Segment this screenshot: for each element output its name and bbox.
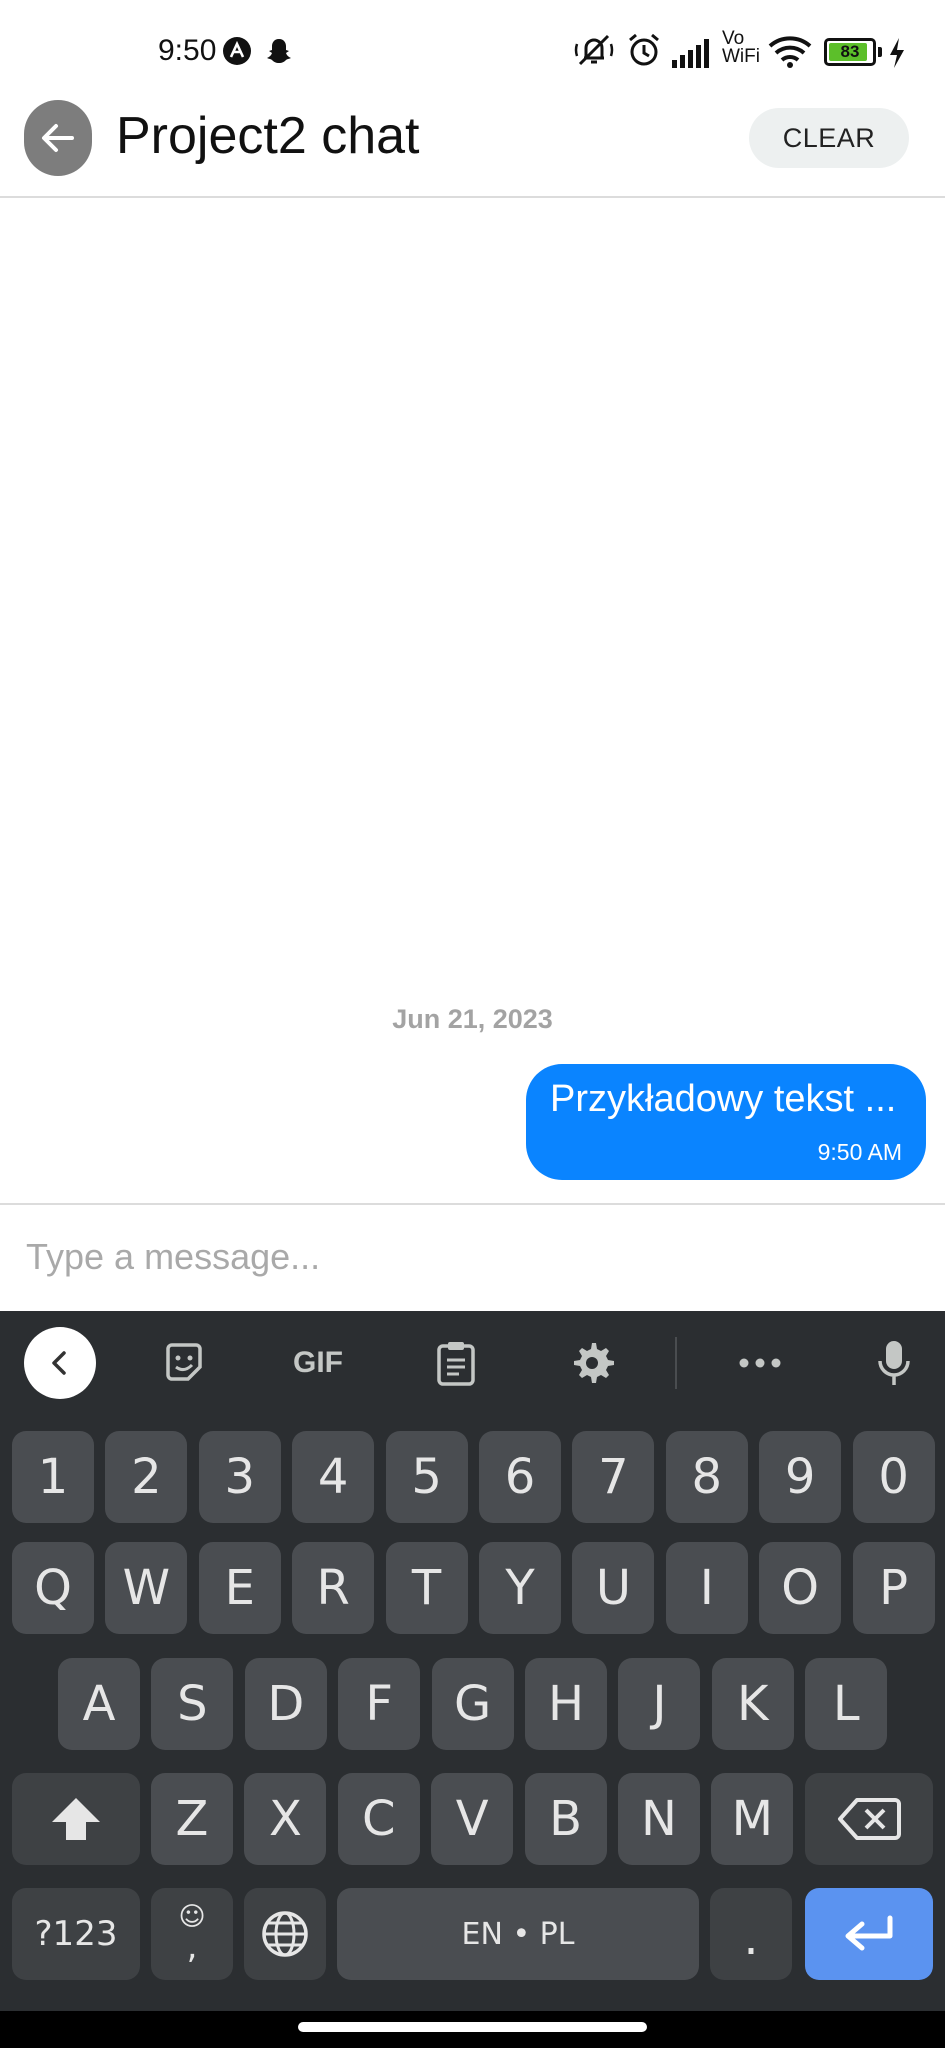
key-v[interactable]: V bbox=[431, 1773, 514, 1865]
key-e[interactable]: E bbox=[198, 1542, 281, 1634]
shift-key[interactable] bbox=[12, 1773, 140, 1865]
key-d[interactable]: D bbox=[244, 1658, 327, 1750]
key-i[interactable]: I bbox=[665, 1542, 748, 1634]
shift-icon bbox=[52, 1798, 100, 1840]
vowifi-icon: Vo WiFi bbox=[722, 28, 760, 67]
gif-icon[interactable]: GIF bbox=[288, 1337, 348, 1389]
sticker-icon[interactable] bbox=[158, 1337, 210, 1389]
battery-level: 83 bbox=[840, 42, 860, 61]
key-c[interactable]: C bbox=[337, 1773, 420, 1865]
key-5[interactable]: 5 bbox=[385, 1431, 468, 1523]
signal-icon bbox=[672, 38, 716, 73]
enter-key[interactable] bbox=[805, 1888, 933, 1980]
status-time: 9:50 bbox=[158, 34, 217, 67]
key-2[interactable]: 2 bbox=[105, 1431, 188, 1523]
collapse-toolbar-button[interactable] bbox=[24, 1327, 96, 1399]
key-7[interactable]: 7 bbox=[572, 1431, 655, 1523]
period-key[interactable]: . bbox=[710, 1888, 792, 1980]
snapchat-icon bbox=[264, 36, 294, 71]
settings-icon[interactable] bbox=[566, 1337, 618, 1389]
key-s[interactable]: S bbox=[151, 1658, 234, 1750]
key-b[interactable]: B bbox=[524, 1773, 607, 1865]
key-t[interactable]: T bbox=[385, 1542, 468, 1634]
charging-icon bbox=[888, 38, 906, 73]
enter-icon bbox=[845, 1915, 893, 1951]
key-4[interactable]: 4 bbox=[292, 1431, 375, 1523]
key-o[interactable]: O bbox=[759, 1542, 842, 1634]
message-time: 9:50 AM bbox=[817, 1139, 902, 1165]
clear-button[interactable]: CLEAR bbox=[749, 108, 909, 168]
key-1[interactable]: 1 bbox=[12, 1431, 94, 1523]
message-bubble[interactable]: Przykładowy tekst ... 9:50 AM bbox=[526, 1064, 926, 1180]
key-3[interactable]: 3 bbox=[198, 1431, 281, 1523]
key-y[interactable]: Y bbox=[479, 1542, 561, 1634]
key-p[interactable]: P bbox=[852, 1542, 935, 1634]
more-icon[interactable] bbox=[734, 1337, 786, 1389]
language-key[interactable] bbox=[244, 1888, 326, 1980]
key-n[interactable]: N bbox=[618, 1773, 700, 1865]
chat-title: Project2 chat bbox=[116, 107, 420, 165]
backspace-icon bbox=[838, 1798, 901, 1840]
backspace-key[interactable] bbox=[805, 1773, 933, 1865]
key-w[interactable]: W bbox=[105, 1542, 188, 1634]
keyboard: GIF 1234567890 QWERTYUIOP ASDFGHJKL ZXCVBNM… bbox=[0, 1311, 945, 2011]
microphone-icon[interactable] bbox=[868, 1337, 920, 1389]
date-separator: Jun 21, 2023 bbox=[392, 1004, 553, 1034]
status-bar: 9:50 Vo WiFi 83 bbox=[0, 0, 945, 100]
keyboard-toolbar: GIF bbox=[0, 1311, 945, 1415]
key-q[interactable]: Q bbox=[12, 1542, 94, 1634]
back-button[interactable] bbox=[24, 100, 92, 176]
key-f[interactable]: F bbox=[338, 1658, 421, 1750]
message-text: Przykładowy tekst ... bbox=[550, 1078, 897, 1120]
wifi-icon bbox=[768, 36, 812, 73]
battery-icon: 83 bbox=[824, 38, 876, 66]
space-key[interactable]: EN • PL bbox=[337, 1888, 699, 1980]
android-notification-icon bbox=[222, 36, 252, 71]
key-9[interactable]: 9 bbox=[759, 1431, 842, 1523]
mute-icon bbox=[574, 32, 614, 73]
symbols-key[interactable]: ?123 bbox=[12, 1888, 140, 1980]
key-6[interactable]: 6 bbox=[479, 1431, 561, 1523]
arrow-left-icon bbox=[42, 124, 74, 152]
key-m[interactable]: M bbox=[711, 1773, 794, 1865]
key-u[interactable]: U bbox=[572, 1542, 655, 1634]
home-indicator[interactable] bbox=[298, 2022, 647, 2032]
key-k[interactable]: K bbox=[711, 1658, 794, 1750]
globe-icon bbox=[262, 1911, 308, 1957]
key-j[interactable]: J bbox=[618, 1658, 701, 1750]
toolbar-divider bbox=[675, 1337, 677, 1389]
key-x[interactable]: X bbox=[244, 1773, 327, 1865]
key-l[interactable]: L bbox=[805, 1658, 888, 1750]
comma-key[interactable]: ☺, bbox=[151, 1888, 233, 1980]
message-input[interactable] bbox=[24, 1231, 904, 1283]
alarm-icon bbox=[626, 32, 662, 73]
message-composer bbox=[0, 1203, 945, 1311]
comma-label: , bbox=[186, 1927, 198, 1967]
key-0[interactable]: 0 bbox=[852, 1431, 935, 1523]
key-z[interactable]: Z bbox=[151, 1773, 233, 1865]
clipboard-icon[interactable] bbox=[430, 1337, 482, 1389]
chevron-left-icon bbox=[52, 1351, 66, 1375]
key-r[interactable]: R bbox=[292, 1542, 375, 1634]
key-8[interactable]: 8 bbox=[665, 1431, 748, 1523]
key-h[interactable]: H bbox=[525, 1658, 607, 1750]
battery-tip bbox=[878, 47, 882, 57]
app-bar: Project2 chat CLEAR bbox=[0, 100, 945, 198]
key-a[interactable]: A bbox=[58, 1658, 140, 1750]
key-g[interactable]: G bbox=[431, 1658, 514, 1750]
